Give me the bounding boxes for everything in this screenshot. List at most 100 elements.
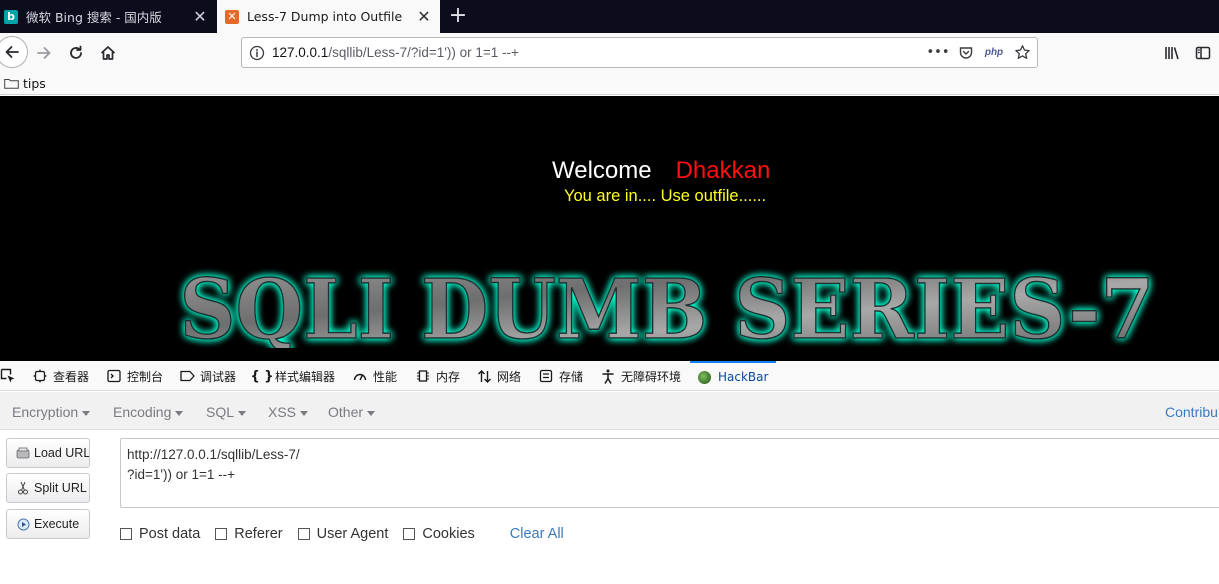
menu-sql[interactable]: SQL bbox=[206, 404, 247, 420]
navigation-toolbar: 127.0.0.1/sqllib/Less-7/?id=1')) or 1=1 … bbox=[0, 33, 1219, 73]
sqli-banner: SQLI DUMB SERIES-7 bbox=[179, 268, 1156, 348]
url-line-2: ?id=1')) or 1=1 --+ bbox=[127, 467, 236, 482]
menu-xss[interactable]: XSS bbox=[268, 404, 309, 420]
sidebar-icon bbox=[1195, 46, 1211, 60]
referer-checkbox[interactable]: Referer bbox=[215, 526, 283, 542]
close-icon[interactable]: ✕ bbox=[190, 7, 210, 26]
storage-icon bbox=[538, 368, 554, 384]
close-icon[interactable]: ✕ bbox=[414, 7, 434, 26]
menu-encoding[interactable]: Encoding bbox=[113, 404, 184, 420]
pocket-icon[interactable] bbox=[957, 44, 975, 62]
url-bar[interactable]: 127.0.0.1/sqllib/Less-7/?id=1')) or 1=1 … bbox=[241, 37, 1038, 68]
info-icon[interactable] bbox=[242, 45, 272, 61]
menu-label: Encoding bbox=[113, 404, 172, 420]
hackbar-icon bbox=[698, 370, 711, 384]
checkbox-box[interactable] bbox=[403, 528, 416, 540]
library-button[interactable] bbox=[1157, 38, 1187, 68]
hackbar-panel: Load URL Split URL Execute http://127.0.… bbox=[0, 431, 1219, 584]
tab-performance[interactable]: 性能 bbox=[352, 361, 397, 391]
caret-down-icon bbox=[82, 410, 91, 416]
split-url-button[interactable]: Split URL bbox=[6, 473, 90, 503]
tab-title: Less-7 Dump into Outfile bbox=[247, 9, 403, 24]
tab-hackbar[interactable]: HackBar bbox=[690, 361, 777, 391]
back-button[interactable] bbox=[0, 36, 28, 68]
tab-bing[interactable]: b 微软 Bing 搜索 - 国内版 ✕ bbox=[0, 0, 216, 33]
tab-debugger[interactable]: 调试器 bbox=[179, 361, 236, 391]
play-icon bbox=[16, 517, 30, 531]
inspector-icon bbox=[32, 368, 48, 384]
welcome-line: Welcome Dhakkan bbox=[552, 157, 770, 185]
tab-label: HackBar bbox=[718, 370, 769, 384]
cookies-checkbox[interactable]: Cookies bbox=[403, 526, 475, 542]
bing-icon: b bbox=[4, 9, 18, 24]
home-button[interactable] bbox=[93, 38, 123, 68]
checkbox-box[interactable] bbox=[297, 528, 310, 540]
menu-label: SQL bbox=[206, 404, 235, 420]
banner-text: SQLI DUMB SERIES-7 bbox=[180, 268, 1155, 348]
performance-icon bbox=[352, 368, 368, 384]
checkbox-label: Post data bbox=[139, 526, 201, 542]
tab-network[interactable]: 网络 bbox=[476, 361, 521, 391]
tab-inspector[interactable]: 查看器 bbox=[32, 361, 89, 391]
load-url-button[interactable]: Load URL bbox=[6, 438, 90, 468]
bookmark-folder-tips[interactable]: tips bbox=[4, 76, 46, 91]
bookmark-label: tips bbox=[23, 76, 46, 91]
page-actions-icon[interactable]: ••• bbox=[927, 44, 950, 62]
scissors-icon bbox=[16, 481, 30, 495]
reload-button[interactable] bbox=[61, 38, 91, 68]
debugger-icon bbox=[179, 368, 195, 384]
network-icon bbox=[476, 368, 492, 384]
hackbar-menu: Encryption Encoding SQL XSS Other Contri… bbox=[0, 392, 1219, 430]
menu-other[interactable]: Other bbox=[328, 404, 376, 420]
checkbox-box[interactable] bbox=[215, 528, 228, 540]
console-icon bbox=[106, 368, 122, 384]
tab-label: 存储 bbox=[559, 369, 584, 384]
reload-icon bbox=[70, 45, 82, 59]
url-path: /sqllib/Less-7/?id=1')) or 1=1 --+ bbox=[328, 45, 519, 60]
tab-accessibility[interactable]: 无障碍环境 bbox=[600, 361, 681, 391]
status-message: You are in.... Use outfile...... bbox=[564, 187, 767, 205]
caret-down-icon bbox=[238, 410, 247, 416]
bookmarks-toolbar: tips bbox=[0, 73, 1219, 95]
tab-label: 调试器 bbox=[200, 369, 237, 384]
tab-label: 样式编辑器 bbox=[275, 369, 336, 384]
post-data-checkbox[interactable]: Post data bbox=[120, 526, 200, 542]
tab-memory[interactable]: 内存 bbox=[415, 361, 460, 391]
clear-all-link[interactable]: Clear All bbox=[510, 526, 564, 542]
tab-strip: b 微软 Bing 搜索 - 国内版 ✕ ✕ Less-7 Dump into … bbox=[0, 0, 1219, 33]
tab-label: 控制台 bbox=[127, 369, 164, 384]
contribute-link[interactable]: Contribu bbox=[1165, 404, 1218, 420]
arrow-left-icon bbox=[5, 46, 19, 58]
checkbox-label: User Agent bbox=[316, 526, 389, 542]
execute-button[interactable]: Execute bbox=[6, 509, 90, 539]
checkbox-label: Referer bbox=[234, 526, 283, 542]
caret-down-icon bbox=[175, 410, 184, 416]
library-icon bbox=[1165, 47, 1179, 60]
tab-label: 性能 bbox=[373, 369, 398, 384]
button-label: Execute bbox=[34, 517, 80, 531]
menu-encryption[interactable]: Encryption bbox=[12, 404, 91, 420]
load-url-icon bbox=[16, 446, 30, 460]
arrow-right-icon bbox=[37, 47, 51, 59]
folder-icon bbox=[4, 79, 19, 89]
tab-less7[interactable]: ✕ Less-7 Dump into Outfile ✕ bbox=[217, 0, 440, 33]
checkbox-box[interactable] bbox=[120, 528, 132, 540]
user-name: Dhakkan bbox=[675, 157, 771, 184]
php-extension-icon[interactable]: php bbox=[985, 44, 1003, 62]
new-tab-icon[interactable]: + bbox=[446, 2, 470, 30]
url-textarea[interactable]: http://127.0.0.1/sqllib/Less-7/ ?id=1'))… bbox=[120, 438, 1219, 508]
element-picker-button[interactable] bbox=[0, 361, 16, 391]
home-icon bbox=[100, 46, 116, 60]
forward-button[interactable] bbox=[29, 38, 59, 68]
sidebar-button[interactable] bbox=[1188, 38, 1218, 68]
tab-label: 网络 bbox=[497, 369, 522, 384]
memory-icon bbox=[415, 368, 431, 384]
user-agent-checkbox[interactable]: User Agent bbox=[297, 526, 389, 542]
tab-label: 内存 bbox=[436, 369, 461, 384]
tab-style-editor[interactable]: { } 样式编辑器 bbox=[250, 361, 336, 391]
bookmark-star-icon[interactable] bbox=[1013, 44, 1031, 62]
url-text[interactable]: 127.0.0.1/sqllib/Less-7/?id=1')) or 1=1 … bbox=[272, 45, 929, 60]
tab-console[interactable]: 控制台 bbox=[106, 361, 163, 391]
tab-storage[interactable]: 存储 bbox=[538, 361, 583, 391]
devtools-toolbar: 查看器 控制台 调试器 { } 样式编辑器 性能 内存 网络 存储 无障碍环境 … bbox=[0, 361, 1219, 391]
